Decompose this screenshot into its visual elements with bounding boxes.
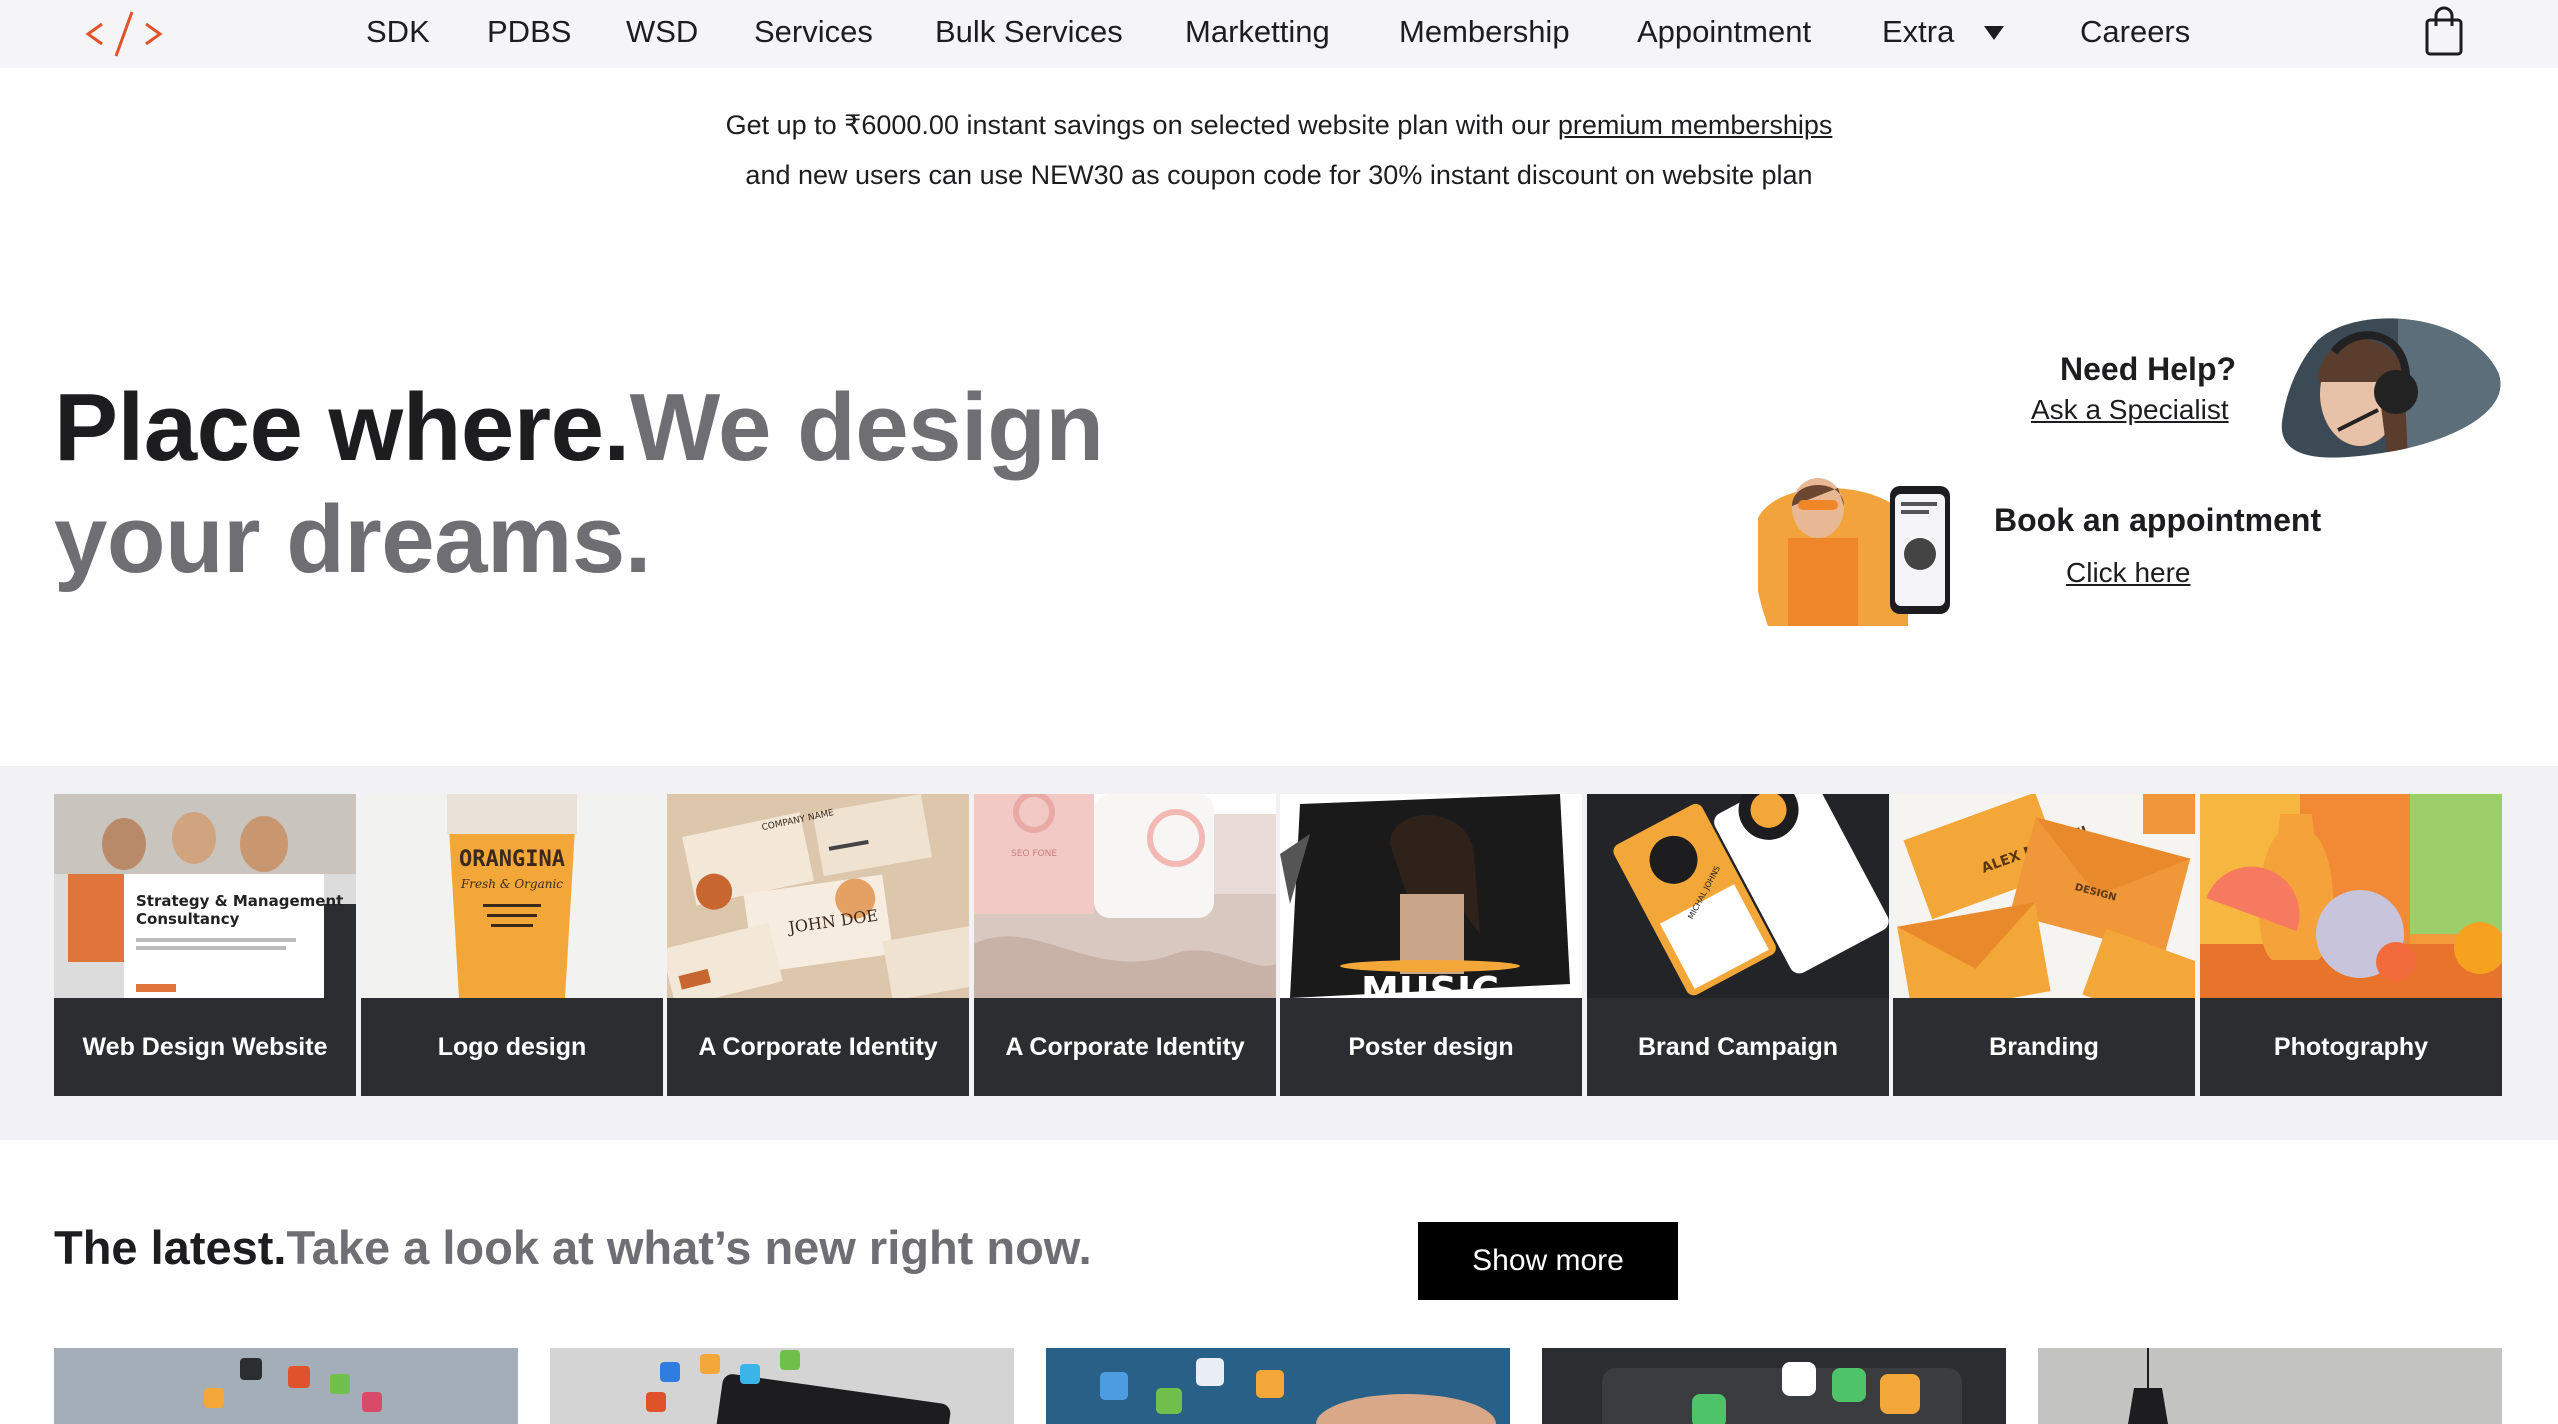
- category-card-brand-campaign[interactable]: MICHAL JOHNS Brand Campaign: [1587, 794, 1889, 1096]
- logo-image-tagline-text: Fresh & Organic: [460, 877, 563, 891]
- hero-title: Place where.We design your dreams.: [54, 372, 1154, 596]
- nav-careers[interactable]: Careers: [2080, 14, 2190, 50]
- category-card-web-design[interactable]: Strategy & Management Consultancy Web De…: [54, 794, 356, 1096]
- hero-title-dark: Place where.: [54, 374, 630, 481]
- category-card-corporate-identity-1[interactable]: JOHN DOE COMPANY NAME A Corporate Identi…: [667, 794, 969, 1096]
- category-label: Logo design: [437, 1032, 587, 1061]
- promo-line-1: Get up to ₹6000.00 instant savings on se…: [0, 100, 2558, 150]
- photography-still-life-image: [2200, 794, 2502, 998]
- nav-appointment[interactable]: Appointment: [1637, 14, 1811, 50]
- nav-pdbs[interactable]: PDBS: [487, 14, 571, 50]
- caret-down-icon[interactable]: [1984, 26, 2004, 40]
- tablet-apps-image: [1046, 1348, 1510, 1424]
- web-design-image-text-1: Strategy & Management: [136, 892, 343, 910]
- category-label: A Corporate Identity: [1005, 1032, 1245, 1061]
- stationery-brand-text: SEO FONE: [1011, 849, 1057, 859]
- poster-design-image: MUSIC: [1280, 794, 1582, 998]
- poster-music-text: MUSIC: [1361, 969, 1499, 998]
- show-more-button[interactable]: Show more: [1418, 1222, 1678, 1300]
- category-card-corporate-identity-2[interactable]: SEO FONE A Corporate Identity: [974, 794, 1276, 1096]
- logo-design-image: ORANGINA Fresh & Organic: [361, 794, 663, 998]
- latest-thumb-4[interactable]: [1542, 1348, 2006, 1424]
- category-label: Photography: [2273, 1032, 2429, 1061]
- phone-apps-image: [550, 1348, 1014, 1424]
- latest-thumb-1[interactable]: [54, 1348, 518, 1424]
- nav-marketting[interactable]: Marketting: [1185, 14, 1330, 50]
- apps-network-image: [54, 1348, 518, 1424]
- nav-sdk[interactable]: SDK: [366, 14, 430, 50]
- nav-services[interactable]: Services: [754, 14, 873, 50]
- nav-membership[interactable]: Membership: [1399, 14, 1570, 50]
- messaging-apps-image: [1542, 1348, 2006, 1424]
- code-logo-icon[interactable]: [84, 8, 166, 60]
- category-label: Web Design Website: [82, 1032, 328, 1061]
- book-appointment-link[interactable]: Click here: [2066, 557, 2190, 589]
- appointment-promo-image: [1758, 478, 1976, 626]
- premium-memberships-link[interactable]: premium memberships: [1558, 110, 1833, 140]
- latest-thumb-5[interactable]: [2038, 1348, 2502, 1424]
- web-design-image: Strategy & Management Consultancy: [54, 794, 356, 998]
- promo-text: Get up to ₹6000.00 instant savings on se…: [725, 110, 1558, 140]
- ask-specialist-link[interactable]: Ask a Specialist: [2031, 394, 2229, 426]
- corporate-identity-stationery-image: SEO FONE: [974, 794, 1276, 998]
- top-navbar: SDK PDBS WSD Services Bulk Services Mark…: [0, 0, 2558, 68]
- category-card-logo-design[interactable]: ORANGINA Fresh & Organic Logo design: [361, 794, 663, 1096]
- latest-title-grey: Take a look at what’s new right now.: [286, 1221, 1092, 1274]
- shopping-bag-icon[interactable]: [2424, 6, 2464, 56]
- specialist-headset-image: [2281, 318, 2501, 458]
- latest-thumb-2[interactable]: [550, 1348, 1014, 1424]
- category-label: Brand Campaign: [1637, 1032, 1839, 1061]
- need-help-title: Need Help?: [2060, 351, 2237, 387]
- category-card-photography[interactable]: Photography: [2200, 794, 2502, 1096]
- book-appointment-title: Book an appointment: [1994, 502, 2322, 538]
- category-label: A Corporate Identity: [698, 1032, 938, 1061]
- promo-line-2: and new users can use NEW30 as coupon co…: [745, 160, 1813, 190]
- nav-wsd[interactable]: WSD: [626, 14, 698, 50]
- category-card-branding[interactable]: ALEX MICHAEL DESIGN Branding: [1893, 794, 2195, 1096]
- promo-banner: Get up to ₹6000.00 instant savings on se…: [0, 100, 2558, 200]
- latest-title-dark: The latest.: [54, 1221, 287, 1274]
- nav-bulk-services[interactable]: Bulk Services: [935, 14, 1123, 50]
- corporate-identity-cards-image: JOHN DOE COMPANY NAME: [667, 794, 969, 998]
- latest-section-title: The latest.Take a look at what’s new rig…: [54, 1220, 1092, 1275]
- category-card-poster-design[interactable]: MUSIC Poster design: [1280, 794, 1582, 1096]
- hanging-lamp-image: [2038, 1348, 2502, 1424]
- web-design-image-text-2: Consultancy: [136, 910, 240, 928]
- logo-image-brand-text: ORANGINA: [459, 847, 565, 872]
- branding-envelopes-image: ALEX MICHAEL DESIGN: [1893, 794, 2195, 998]
- category-label: Branding: [1989, 1032, 2099, 1061]
- brand-campaign-image: MICHAL JOHNS: [1587, 794, 1889, 998]
- latest-thumb-3[interactable]: [1046, 1348, 1510, 1424]
- nav-extra[interactable]: Extra: [1882, 14, 1954, 50]
- category-label: Poster design: [1348, 1032, 1514, 1061]
